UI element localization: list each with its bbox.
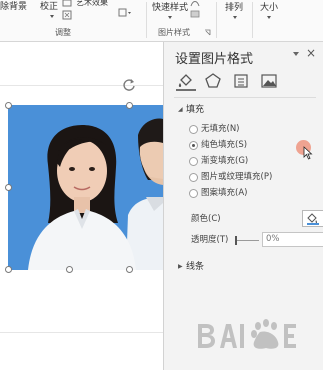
arrange-button[interactable]: 排列 [225,3,243,13]
fill-option-label: 无填充(N) [201,124,240,134]
size-button[interactable]: 大小 [260,3,278,13]
page-edge [0,332,163,333]
collapsed-arrow-icon: ▶ [178,263,183,270]
active-tab-indicator [176,89,196,91]
resize-handle-bottom-middle[interactable] [66,266,73,273]
radio-button[interactable] [189,157,198,166]
fill-section-title: 填充 [186,105,205,115]
pane-options-chevron-icon[interactable] [290,48,302,60]
cursor-icon [303,146,313,160]
correct-button[interactable]: 校正 [40,2,58,12]
resize-handle-top-right[interactable] [126,102,133,109]
picture-icon[interactable] [260,72,278,90]
picture-styles-group-label: 图片样式 [158,28,190,37]
page-edge [0,85,163,86]
transparency-input[interactable]: 0% [262,232,323,247]
baidu-jingyan-watermark [198,319,296,349]
selected-portrait-photo[interactable] [8,105,163,270]
resize-handle-bottom-left[interactable] [5,266,12,273]
fill-option-label: 渐变填充(G) [201,156,249,166]
ribbon-separator [146,2,147,38]
fill-option-label: 纯色填充(S) [201,140,248,150]
line-section-header[interactable]: ▶ 线条 [178,262,204,272]
arrange-dropdown-icon[interactable] [233,16,237,19]
correct-dropdown-icon[interactable] [50,15,54,18]
resize-handle-top-left[interactable] [5,102,12,109]
radio-button[interactable] [189,189,198,198]
fill-option-label: 图案填充(A) [201,188,248,198]
resize-handle-middle-left[interactable] [5,184,12,191]
color-label: 颜色(C) [191,214,221,224]
color-picker-button[interactable] [302,210,323,227]
compress-icon[interactable] [62,10,72,20]
size-dropdown-icon[interactable] [267,16,271,19]
fill-option-label: 图片或纹理填充(P) [201,172,273,182]
pane-title: 设置图片格式 [175,52,254,67]
dialog-launcher-icon[interactable] [204,29,211,36]
ribbon-separator [252,2,253,38]
paint-bucket-icon [307,213,319,225]
transparency-slider[interactable] [237,240,259,241]
picture-effects-icon[interactable] [189,9,201,19]
expanded-arrow-icon: ◢ [178,106,183,113]
rotate-icon[interactable] [121,77,137,93]
radio-button[interactable] [189,125,198,134]
fill-bucket-icon[interactable] [176,72,194,90]
transparency-label: 透明度(T) [191,235,229,245]
remove-background-button[interactable]: 除背景 [0,2,27,12]
artistic-effects-button[interactable]: 艺术效果 [76,0,108,8]
close-icon[interactable]: × [306,46,316,60]
quick-styles-button[interactable]: 快速样式 [152,3,188,13]
pane-divider [174,97,316,98]
reset-picture-icon[interactable] [118,8,132,18]
radio-button-selected[interactable] [189,141,198,150]
line-section-title: 线条 [186,262,205,272]
color-icon[interactable] [62,0,72,8]
fill-section-header[interactable]: ◢ 填充 [178,105,204,115]
pentagon-effects-icon[interactable] [204,72,222,90]
size-properties-icon[interactable] [232,72,250,90]
picture-border-icon[interactable] [189,0,201,8]
ribbon: 除背景 校正 艺术效果 调整 快速样式 图片样式 排列 大小 [0,0,323,42]
adjust-group-label: 调整 [55,28,71,37]
radio-button[interactable] [189,173,198,182]
document-canvas[interactable] [0,42,163,370]
ribbon-separator [216,2,217,38]
resize-handle-bottom-right[interactable] [126,266,133,273]
quick-styles-dropdown-icon[interactable] [168,16,172,19]
